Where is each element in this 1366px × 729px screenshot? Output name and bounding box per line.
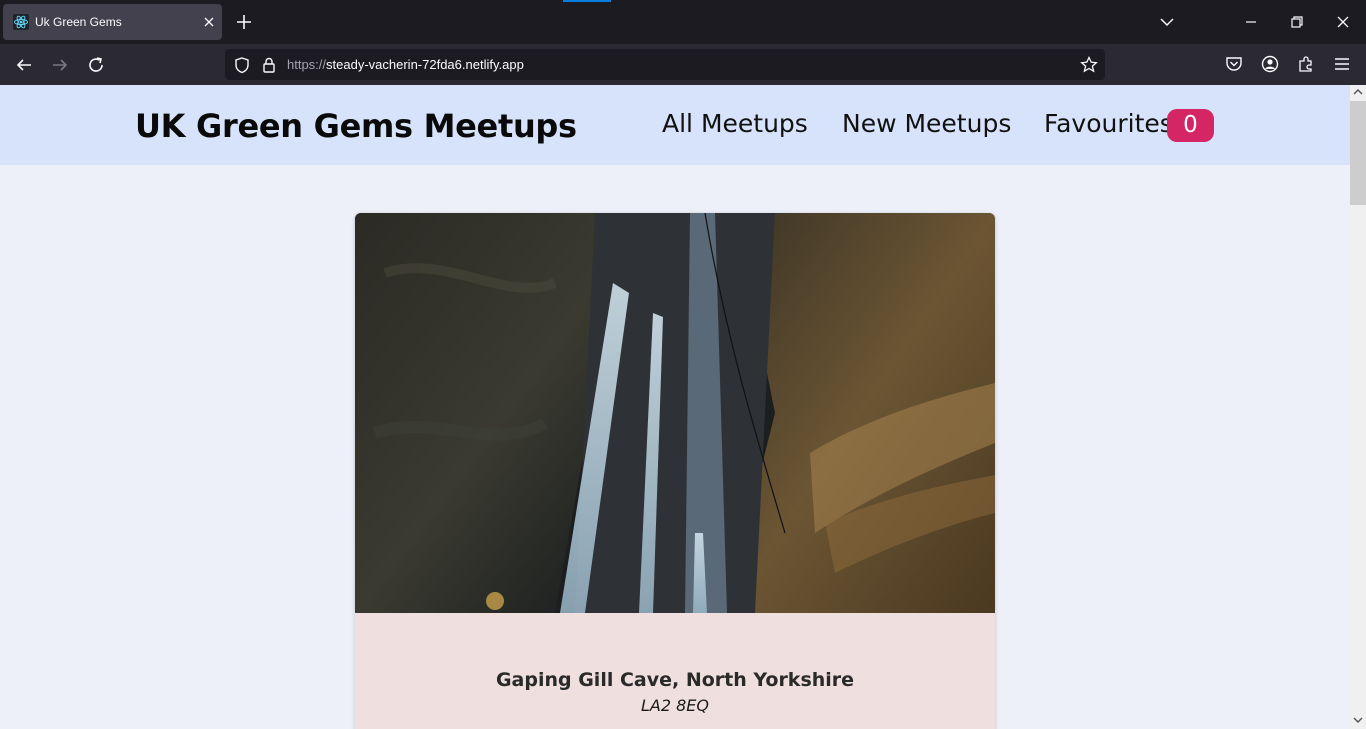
url-text[interactable]: https://steady-vacherin-72fda6.netlify.a… — [287, 57, 524, 72]
back-icon[interactable] — [13, 54, 35, 76]
plus-icon[interactable] — [234, 12, 254, 32]
close-window-icon[interactable] — [1333, 12, 1353, 32]
nav-all-meetups[interactable]: All Meetups — [662, 109, 808, 138]
scroll-down-icon[interactable] — [1353, 715, 1363, 725]
site-logo: UK Green Gems Meetups — [135, 107, 577, 145]
reload-icon[interactable] — [85, 54, 107, 76]
favourites-count-badge[interactable]: 0 — [1167, 109, 1214, 142]
page-viewport: UK Green Gems Meetups All Meetups New Me… — [0, 85, 1350, 729]
chevron-down-icon[interactable] — [1158, 13, 1176, 31]
react-icon — [13, 14, 29, 30]
scrollbar-thumb[interactable] — [1350, 101, 1366, 205]
meetup-title: Gaping Gill Cave, North Yorkshire — [495, 669, 855, 691]
close-icon[interactable] — [200, 13, 218, 31]
vertical-scrollbar[interactable] — [1350, 85, 1366, 729]
site-header: UK Green Gems Meetups All Meetups New Me… — [0, 85, 1350, 165]
account-icon[interactable] — [1260, 54, 1280, 74]
restore-icon[interactable] — [1287, 12, 1307, 32]
lock-icon[interactable] — [261, 56, 277, 74]
scroll-up-icon[interactable] — [1353, 87, 1363, 97]
tab-title: Uk Green Gems — [35, 15, 122, 29]
meetup-address: LA2 8EQ — [640, 696, 709, 715]
browser-tab[interactable]: Uk Green Gems — [3, 4, 222, 40]
url-host: steady-vacherin-72fda6.netlify.app — [326, 57, 524, 72]
nav-new-meetups[interactable]: New Meetups — [842, 109, 1011, 138]
menu-icon[interactable] — [1332, 54, 1352, 74]
star-icon[interactable] — [1079, 55, 1099, 75]
tab-bar: Uk Green Gems — [0, 0, 1366, 44]
minimize-icon[interactable] — [1241, 12, 1261, 32]
tab-indicator — [563, 0, 611, 2]
forward-icon[interactable] — [49, 54, 71, 76]
extensions-icon[interactable] — [1296, 54, 1316, 74]
url-scheme: https:// — [287, 57, 327, 72]
shield-icon[interactable] — [233, 56, 251, 74]
meetup-image — [355, 213, 995, 613]
meetup-card: Gaping Gill Cave, North Yorkshire LA2 8E… — [355, 213, 995, 729]
pocket-icon[interactable] — [1224, 54, 1244, 74]
address-bar[interactable]: https://steady-vacherin-72fda6.netlify.a… — [225, 49, 1105, 80]
browser-toolbar: https://steady-vacherin-72fda6.netlify.a… — [0, 44, 1366, 85]
nav-favourites[interactable]: Favourites — [1044, 109, 1173, 138]
